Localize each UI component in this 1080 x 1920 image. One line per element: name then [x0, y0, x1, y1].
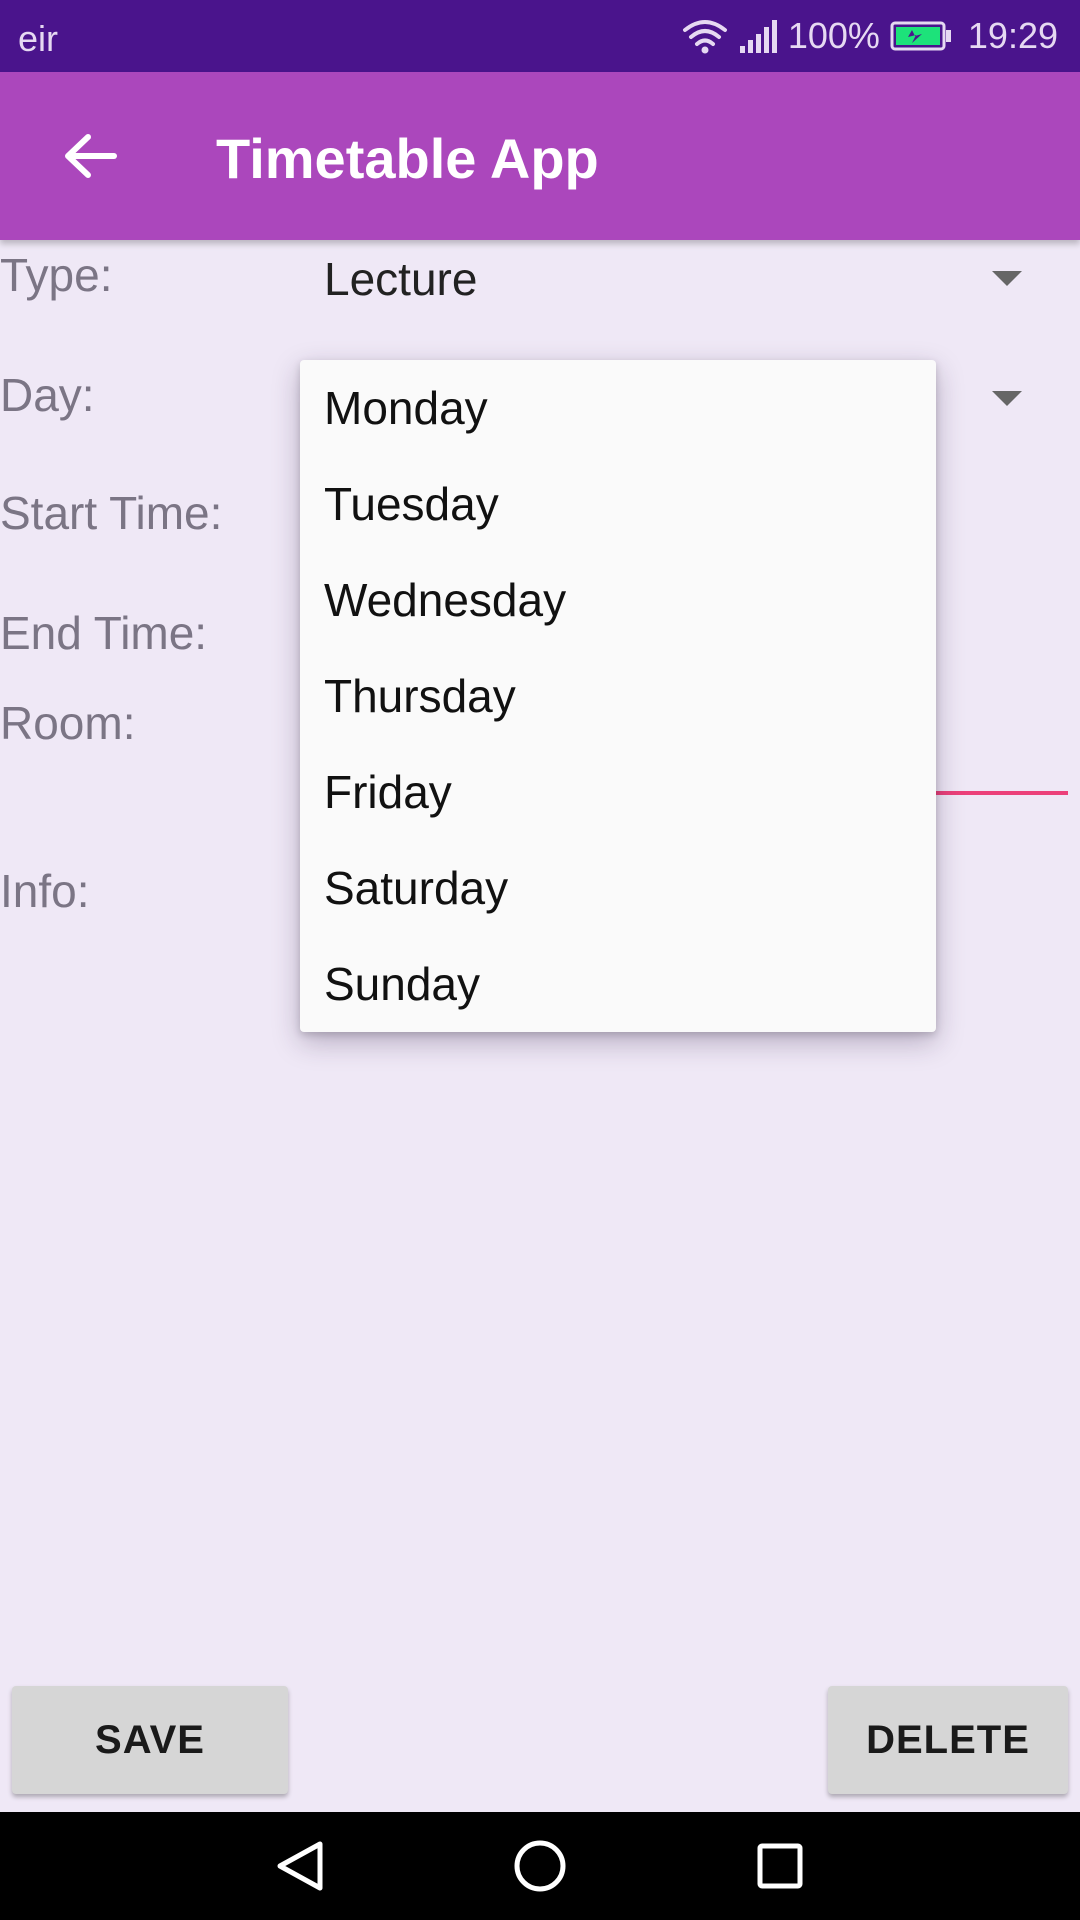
navigation-bar: [0, 1812, 1080, 1920]
room-input-underline: [936, 791, 1068, 795]
dropdown-item-saturday[interactable]: Saturday: [300, 840, 936, 936]
day-label: Day:: [0, 369, 95, 421]
end-time-label: End Time:: [0, 607, 208, 659]
dropdown-item-friday[interactable]: Friday: [300, 744, 936, 840]
battery-charging-icon: [890, 20, 952, 52]
app-bar: Timetable App: [0, 72, 1080, 240]
nav-back-icon: [274, 1838, 326, 1899]
day-dropdown-list: Monday Tuesday Wednesday Thursday Friday…: [300, 360, 936, 1032]
dropdown-item-monday[interactable]: Monday: [300, 360, 936, 456]
nav-home-icon: [512, 1838, 568, 1899]
nav-recents-icon: [755, 1841, 805, 1896]
wifi-icon: [682, 18, 728, 54]
dropdown-item-sunday[interactable]: Sunday: [300, 936, 936, 1032]
type-spinner[interactable]: Lecture: [300, 240, 1080, 314]
type-dropdown-arrow-icon: [992, 271, 1022, 286]
dropdown-item-tuesday[interactable]: Tuesday: [300, 456, 936, 552]
carrier-name: eir: [18, 18, 59, 59]
nav-recents-button[interactable]: [748, 1836, 812, 1900]
app-title: Timetable App: [216, 127, 599, 190]
delete-button[interactable]: DELETE: [828, 1686, 1068, 1794]
start-time-label: Start Time:: [0, 487, 223, 539]
type-spinner-value: Lecture: [324, 253, 478, 305]
type-label: Type:: [0, 249, 113, 301]
back-button[interactable]: [50, 118, 130, 198]
dropdown-item-thursday[interactable]: Thursday: [300, 648, 936, 744]
day-dropdown-arrow-icon: [992, 391, 1022, 406]
signal-icon: [738, 18, 778, 54]
room-label: Room:: [0, 697, 136, 749]
nav-back-button[interactable]: [268, 1836, 332, 1900]
battery-percent: 100%: [787, 15, 880, 56]
clock: 19:29: [967, 15, 1058, 56]
arrow-left-icon: [62, 132, 118, 185]
dropdown-item-wednesday[interactable]: Wednesday: [300, 552, 936, 648]
save-button[interactable]: SAVE: [12, 1686, 288, 1794]
info-label: Info:: [0, 865, 90, 917]
status-icons: 100% 19:29: [682, 14, 1058, 58]
nav-home-button[interactable]: [508, 1836, 572, 1900]
status-bar: eir 100% 19:29: [0, 0, 1080, 72]
